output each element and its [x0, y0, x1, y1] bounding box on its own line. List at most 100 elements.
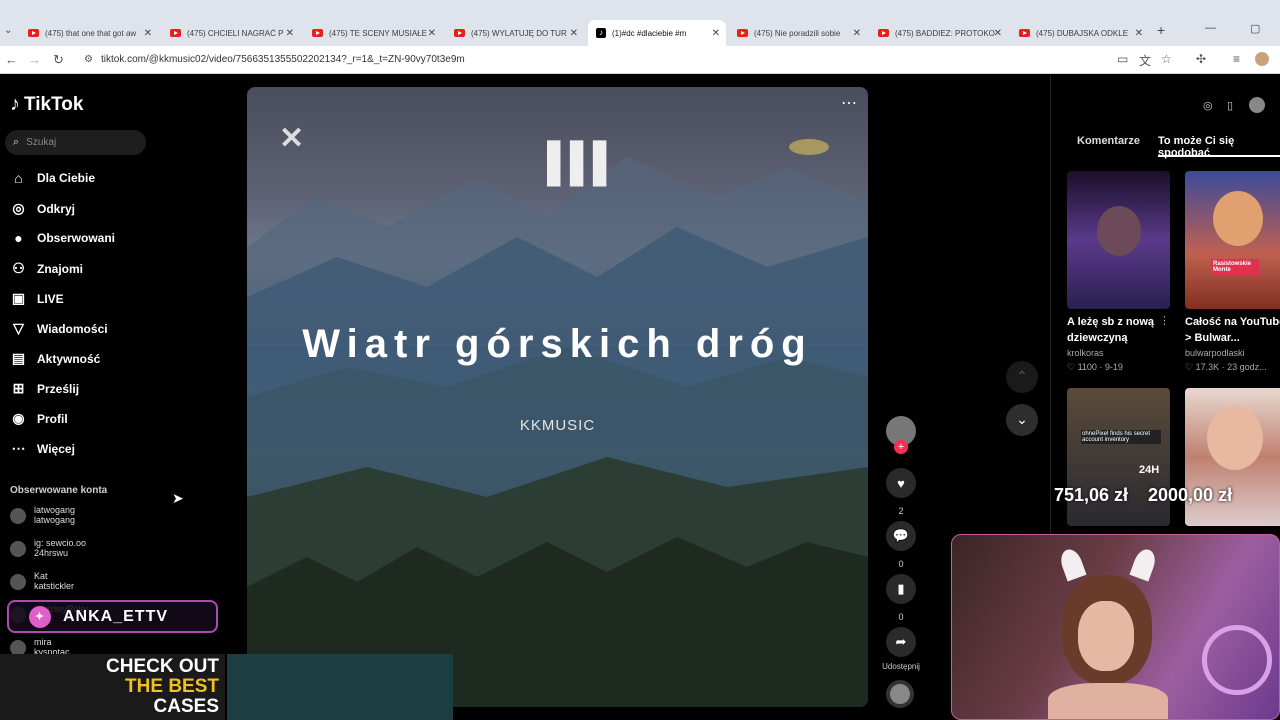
tab-close-icon[interactable]: ✕	[1135, 28, 1143, 39]
account-name: mira	[34, 637, 52, 647]
sidebar-item-4[interactable]: ⚇ Znajomi	[10, 260, 83, 277]
tab-close-icon[interactable]: ✕	[712, 28, 720, 39]
sidebar-item-3[interactable]: ● Obserwowani	[10, 230, 115, 246]
share-button[interactable]: ➦ Udostępnij	[876, 627, 926, 671]
user-avatar[interactable]	[1249, 97, 1265, 113]
tiktok-logo[interactable]: ♪ TikTok	[10, 93, 83, 116]
tab-close-icon[interactable]: ✕	[853, 28, 861, 39]
minimize-icon[interactable]: —	[1205, 22, 1216, 34]
tab-title: (475) DUBAJSKA ODKLE	[1036, 28, 1129, 38]
search-input[interactable]: ⌕ Szukaj	[5, 130, 146, 155]
video-2-author[interactable]: bulwarpodlaski	[1185, 348, 1245, 358]
tab-search-icon[interactable]: ⌄	[4, 25, 12, 36]
video-thumbnail-2[interactable]: Rasistowskie Monte	[1185, 171, 1280, 309]
account-name: latwogang	[34, 505, 76, 515]
compass-icon[interactable]: ◎	[1203, 99, 1213, 112]
sidebar-item-5[interactable]: ▣ LIVE	[10, 290, 64, 307]
search-icon: ⌕	[13, 136, 20, 148]
sidebar-item-2[interactable]: ◎ Odkryj	[10, 200, 75, 217]
followed-account[interactable]: Kat katstickler	[10, 571, 74, 591]
account-text: latwogang latwogang	[34, 505, 75, 525]
account-handle: latwogang	[34, 515, 76, 525]
followed-account[interactable]: latwogang latwogang	[10, 505, 75, 525]
browser-tab-4[interactable]: (475) WYLATUJĘ DO TUR ✕	[446, 20, 584, 46]
twitch-username: ANKA_ETTV	[63, 607, 169, 625]
maximize-icon[interactable]: ▢	[1250, 22, 1260, 35]
sidebar-item-7[interactable]: ▤ Aktywność	[10, 350, 100, 367]
browser-tab-8[interactable]: (475) DUBAJSKA ODKLE ✕	[1011, 20, 1149, 46]
profile-avatar[interactable]	[1255, 52, 1269, 66]
sidebar-item-label: LIVE	[37, 291, 64, 306]
previous-video-button[interactable]: ⌃	[1006, 361, 1038, 393]
donation-right: 2000,00 zł	[1148, 485, 1233, 505]
bookmark-star-icon[interactable]: ☆	[1161, 52, 1172, 66]
tab-title: (475) TE SCENY MUSIAŁE	[329, 28, 427, 38]
save-button[interactable]: ▮ 0	[886, 574, 916, 622]
twitter-bird-icon: ✦	[29, 605, 51, 628]
url-field[interactable]: tiktok.com/@kkmusic02/video/756635135550…	[101, 54, 465, 65]
site-info-icon[interactable]: ⚙	[84, 54, 93, 65]
tab-close-icon[interactable]: ✕	[570, 28, 578, 39]
like-button[interactable]: ♥ 2	[886, 468, 916, 516]
video-player[interactable]: ✕ ▌▌▌ ⋯ Wiatr górskich dróg KKMUSIC	[247, 87, 868, 707]
account-text: ig: sewcio.oo 24hrswu	[34, 538, 86, 558]
tab-close-icon[interactable]: ✕	[286, 28, 294, 39]
creator-avatar[interactable]: +	[886, 416, 916, 454]
media-control-icon[interactable]: ≡	[1233, 52, 1240, 66]
browser-tab-2[interactable]: (475) CHCIELI NAGRAĆ P ✕	[162, 20, 300, 46]
tab-title: (475) BADDIEZ: PROTOKO	[895, 28, 995, 38]
sidebar-item-9[interactable]: ◉ Profil	[10, 410, 67, 427]
sidebar-item-6[interactable]: ▽ Wiadomości	[10, 320, 107, 337]
forward-button[interactable]: →	[28, 52, 41, 67]
translate-icon[interactable]: 文	[1139, 52, 1151, 69]
logo-text: TikTok	[24, 93, 84, 115]
next-video-button[interactable]: ⌄	[1006, 404, 1038, 436]
reload-button[interactable]: ↻	[53, 52, 64, 68]
followed-account[interactable]: ig: sewcio.oo 24hrswu	[10, 538, 86, 558]
promo-panel	[227, 654, 453, 720]
tab-close-icon[interactable]: ✕	[994, 28, 1002, 39]
back-button[interactable]: ←	[5, 52, 18, 67]
streamer-webcam	[951, 534, 1280, 720]
video-thumbnail-1[interactable]	[1067, 171, 1170, 309]
extensions-icon[interactable]: ✣	[1196, 52, 1206, 66]
tab-close-icon[interactable]: ✕	[144, 28, 152, 39]
friends-icon: ⚇	[12, 260, 25, 276]
mouse-cursor-icon: ➤	[172, 490, 184, 506]
browser-tab-5[interactable]: ♪ (1)#dc #dlaciebie #m ✕	[588, 20, 726, 46]
video-2-meta: ♡ 17.3K · 23 godz...	[1185, 362, 1267, 372]
video-more-options-icon[interactable]: ⋯	[841, 93, 857, 113]
comment-button[interactable]: 💬 0	[886, 521, 916, 569]
browser-tab-6[interactable]: (475) Nie poradzili sobie ✕	[729, 20, 867, 46]
video-2-title[interactable]: Całość na YouTube -> Bulwar...	[1185, 314, 1280, 346]
tab-active-underline	[1158, 155, 1280, 157]
youtube-favicon-icon	[170, 29, 181, 37]
send-icon: ▽	[13, 320, 24, 336]
inbox-icon: ▤	[11, 350, 26, 366]
follow-plus-icon[interactable]: +	[894, 440, 908, 454]
sidebar-item-label: Odkryj	[37, 201, 76, 216]
browser-tab-3[interactable]: (475) TE SCENY MUSIAŁE ✕	[304, 20, 442, 46]
music-disc-avatar[interactable]	[886, 680, 916, 708]
tab-comments[interactable]: Komentarze	[1077, 135, 1140, 147]
video-1-author[interactable]: krolkoras	[1067, 348, 1104, 358]
sidebar-item-8[interactable]: ⊞ Prześlij	[10, 380, 79, 397]
browser-tab-7[interactable]: (475) BADDIEZ: PROTOKO ✕	[870, 20, 1008, 46]
tab-title: (1)#dc #dlaciebie #m	[612, 28, 687, 38]
youtube-favicon-icon	[737, 29, 748, 37]
video-title: Wiatr górskich dróg	[302, 322, 813, 366]
tab-title: (475) that one that got aw	[45, 28, 137, 38]
tiktok-favicon-icon: ♪	[596, 28, 606, 38]
install-app-icon[interactable]: ▭	[1117, 52, 1128, 66]
mobile-icon[interactable]: ▯	[1227, 99, 1233, 112]
sidebar-item-1[interactable]: ⌂ Dla Ciebie	[10, 170, 95, 186]
heart-icon: ♥	[886, 468, 916, 498]
video-1-more-icon[interactable]: ⋮	[1159, 314, 1170, 327]
tiktok-note-icon: ♪	[10, 93, 20, 115]
account-avatar	[10, 508, 26, 524]
sidebar-item-10[interactable]: ⋯ Więcej	[10, 440, 75, 457]
new-tab-button[interactable]: +	[1157, 22, 1165, 38]
browser-tab-strip: ⌄ (475) that one that got aw ✕ (475) CHCIE…	[0, 0, 1280, 46]
browser-tab-1[interactable]: (475) that one that got aw ✕	[20, 20, 158, 46]
tab-close-icon[interactable]: ✕	[428, 28, 436, 39]
